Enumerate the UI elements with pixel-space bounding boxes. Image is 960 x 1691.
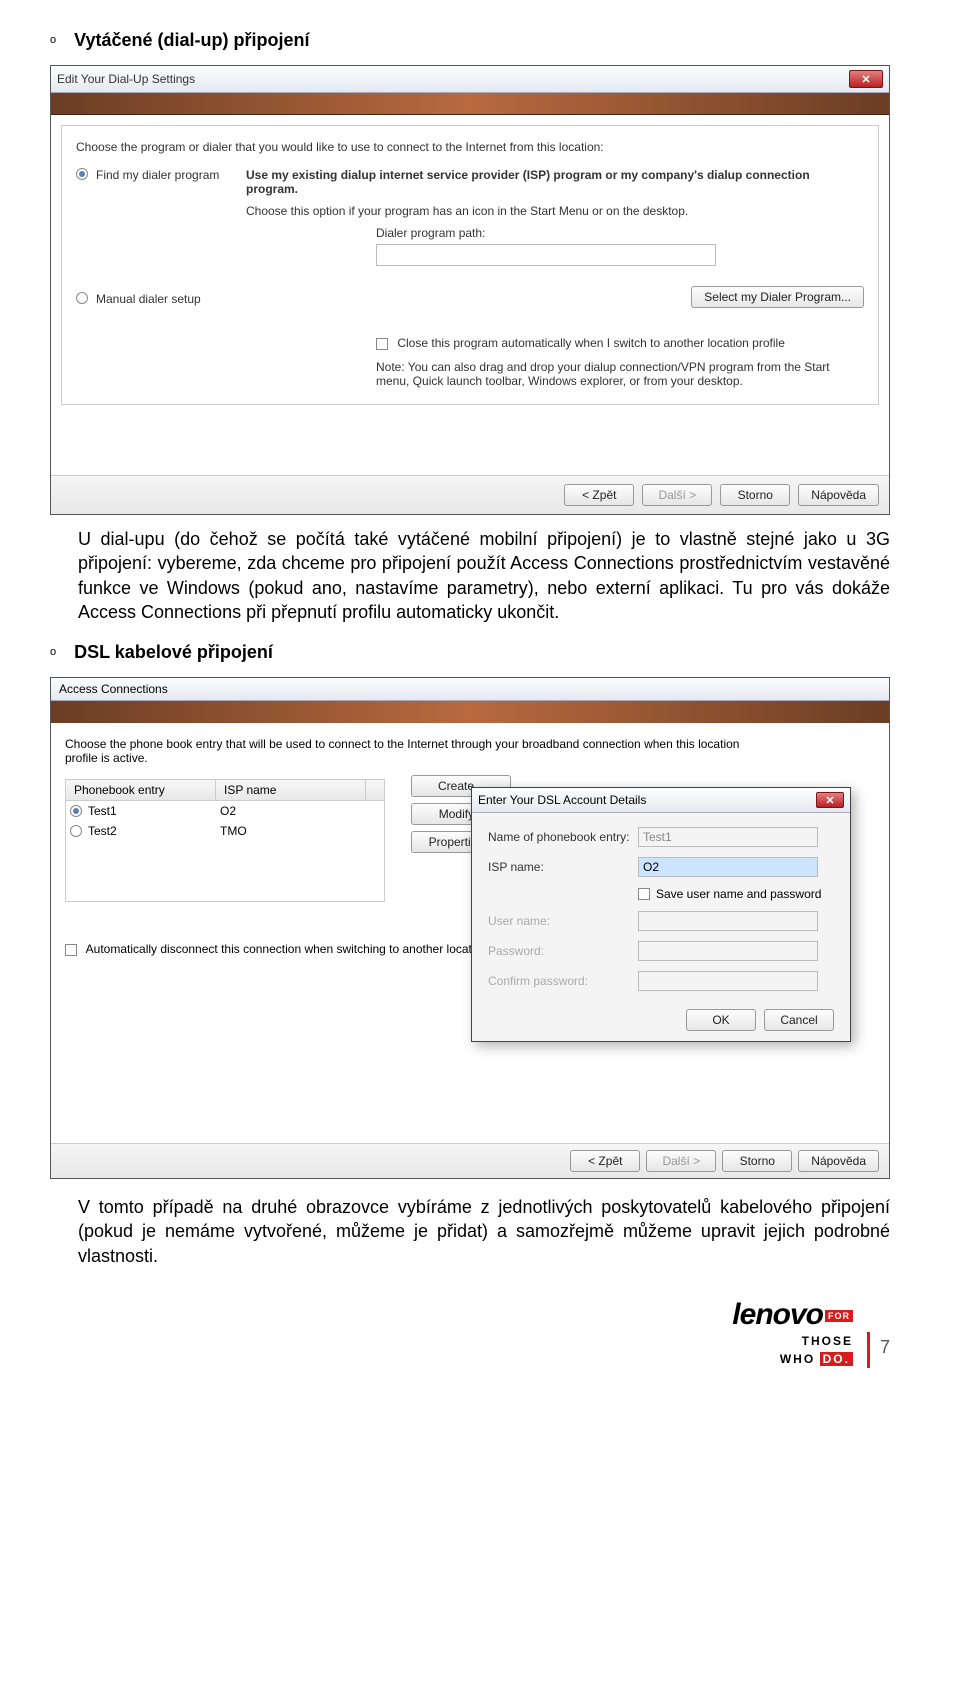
window-title: Access Connections [59,682,168,696]
bullet-marker: o [50,34,56,57]
col-isp: ISP name [216,780,366,800]
dsl-titlebar: Enter Your DSL Account Details ✕ [472,788,850,813]
checkbox-icon[interactable] [376,338,388,350]
dsl-account-dialog: Enter Your DSL Account Details ✕ Name of… [471,787,851,1042]
bullet-marker: o [50,646,56,669]
input-phonebook-name [638,827,818,847]
badge-do: DO. [820,1352,853,1366]
badge-those: THOSE [802,1334,853,1348]
input-confirm-password [638,971,818,991]
next-button[interactable]: Další > [642,484,712,506]
content-panel: Choose the phone book entry that will be… [51,723,889,1143]
label-password: Password: [488,944,638,958]
label-confirm-password: Confirm password: [488,974,638,988]
checkbox-icon[interactable] [638,888,650,900]
label-isp-name: ISP name: [488,860,638,874]
page-number: 7 [867,1332,890,1368]
table-header: Phonebook entry ISP name [66,780,384,801]
heading-dialup: Vytáčené (dial-up) připojení [74,30,309,51]
option-find-dialer[interactable]: Find my dialer program Use my existing d… [76,168,864,218]
close-icon[interactable]: ✕ [816,792,844,808]
option-label: Find my dialer program [96,168,246,182]
radio-icon[interactable] [76,168,88,180]
option-label: Manual dialer setup [96,292,246,306]
next-button[interactable]: Další > [646,1150,716,1172]
instruction-text: Choose the program or dialer that you wo… [76,140,864,154]
instruction-text: Choose the phone book entry that will be… [65,737,765,765]
close-icon[interactable]: ✕ [849,70,883,88]
titlebar: Access Connections [51,678,889,701]
option-description: Use my existing dialup internet service … [246,168,864,218]
radio-icon[interactable] [70,825,82,837]
list-item-dialup: o Vytáčené (dial-up) připojení [50,30,890,57]
list-item-dsl: o DSL kabelové připojení [50,642,890,669]
brand-name: lenovo [732,1298,823,1332]
checkbox-label: Automatically disconnect this connection… [86,942,488,956]
label-phonebook-name: Name of phonebook entry: [488,830,638,844]
ok-button[interactable]: OK [686,1009,756,1031]
cancel-button[interactable]: Cancel [764,1009,834,1031]
window-title: Edit Your Dial-Up Settings [57,72,195,86]
select-dialer-button[interactable]: Select my Dialer Program... [691,286,864,308]
paragraph-dsl: V tomto případě na druhé obrazovce vybír… [78,1195,890,1268]
dialup-settings-window: Edit Your Dial-Up Settings ✕ Choose the … [50,65,890,515]
phonebook-table: Phonebook entry ISP name Test1 O2 Test2 … [65,779,385,902]
badge-who: WHO [780,1352,815,1366]
wizard-button-bar: < Zpět Další > Storno Nápověda [51,1143,889,1178]
radio-icon[interactable] [70,805,82,817]
wizard-button-bar: < Zpět Další > Storno Nápověda [51,475,889,514]
dialer-path-input[interactable] [376,244,716,266]
close-auto-row[interactable]: Close this program automatically when I … [376,336,864,350]
table-row[interactable]: Test2 TMO [66,821,384,841]
dsl-title-text: Enter Your DSL Account Details [478,793,646,807]
label-username: User name: [488,914,638,928]
input-password [638,941,818,961]
page-footer: lenovo FOR THOSE WHO DO. 7 [50,1298,890,1368]
cancel-button[interactable]: Storno [720,484,790,506]
header-decoration [51,93,889,115]
lenovo-logo-block: lenovo FOR THOSE WHO DO. [732,1298,853,1368]
save-credentials-row[interactable]: Save user name and password [488,887,834,901]
help-button[interactable]: Nápověda [798,484,879,506]
input-isp-name[interactable] [638,857,818,877]
input-username [638,911,818,931]
titlebar: Edit Your Dial-Up Settings ✕ [51,66,889,93]
option-manual-setup[interactable]: Manual dialer setup [76,292,336,306]
dialer-path-block: Dialer program path: [376,226,864,276]
help-button[interactable]: Nápověda [798,1150,879,1172]
dsl-body: Name of phonebook entry: ISP name: Save … [472,813,850,1041]
dialer-path-label: Dialer program path: [376,226,864,240]
badge-for: FOR [825,1310,853,1322]
checkbox-label: Close this program automatically when I … [397,336,785,350]
radio-icon[interactable] [76,292,88,304]
cancel-button[interactable]: Storno [722,1150,792,1172]
back-button[interactable]: < Zpět [570,1150,640,1172]
checkbox-icon[interactable] [65,944,77,956]
heading-dsl: DSL kabelové připojení [74,642,273,663]
col-phonebook: Phonebook entry [66,780,216,800]
content-panel: Choose the program or dialer that you wo… [61,125,879,405]
access-connections-window: Access Connections Choose the phone book… [50,677,890,1179]
header-decoration [51,701,889,723]
back-button[interactable]: < Zpět [564,484,634,506]
table-row[interactable]: Test1 O2 [66,801,384,821]
note-text: Note: You can also drag and drop your di… [376,360,836,388]
paragraph-dialup: U dial-upu (do čehož se počítá také vytá… [78,527,890,624]
